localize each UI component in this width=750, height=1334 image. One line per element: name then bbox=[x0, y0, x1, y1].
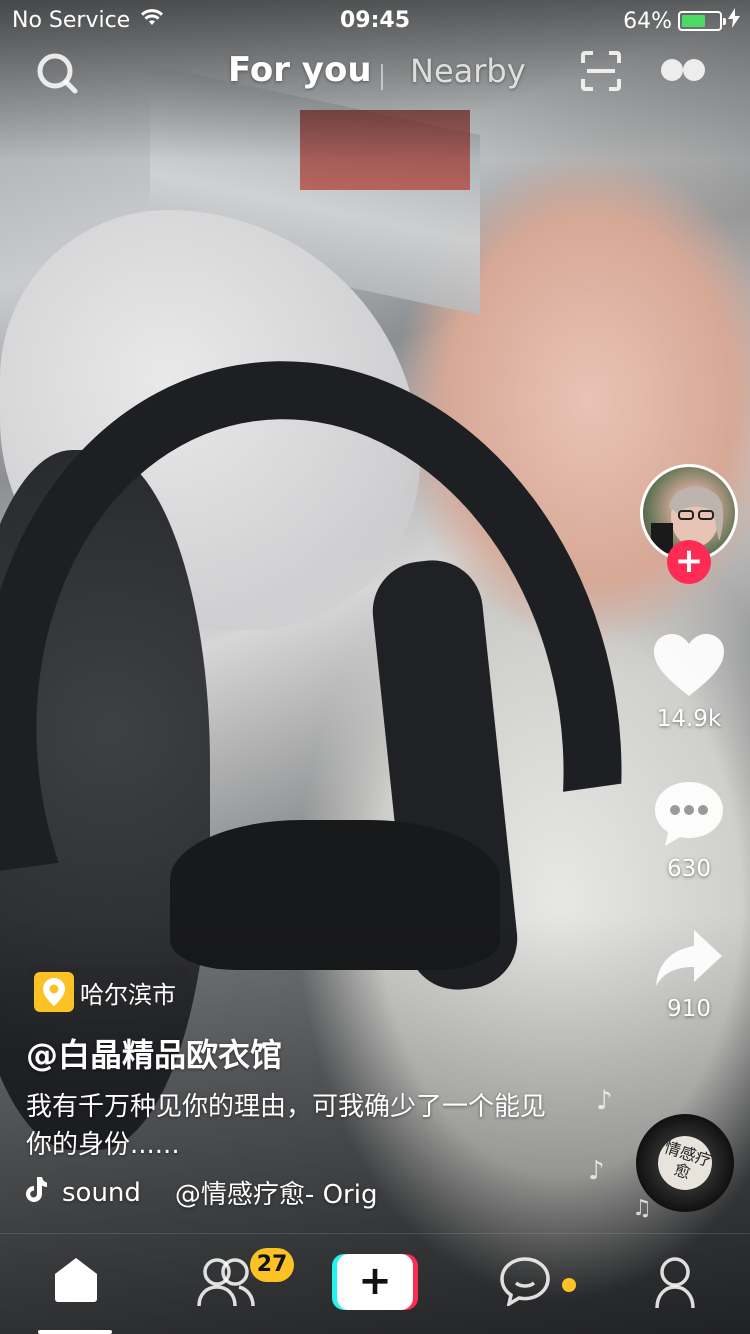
sound-track-title[interactable]: @情感疗愈- Orig bbox=[175, 1174, 407, 1211]
sound-label: sound bbox=[62, 1177, 141, 1208]
live-icon[interactable] bbox=[656, 52, 710, 88]
battery-percent: 64% bbox=[623, 8, 672, 34]
follow-button[interactable]: + bbox=[667, 540, 711, 584]
like-action[interactable]: 14.9k bbox=[640, 632, 738, 732]
share-action[interactable]: 910 bbox=[640, 928, 738, 1022]
status-right: 64% bbox=[623, 8, 740, 34]
plus-icon: + bbox=[674, 541, 704, 581]
comment-action[interactable]: 630 bbox=[640, 780, 738, 882]
top-nav: For you Nearby bbox=[0, 44, 750, 104]
tab-profile[interactable] bbox=[650, 1256, 700, 1314]
video-description: 我有千万种见你的理由，可我确少了一个能见你的身份...... bbox=[26, 1092, 547, 1160]
battery-icon bbox=[678, 11, 726, 31]
search-icon[interactable] bbox=[32, 48, 82, 98]
friends-icon bbox=[197, 1256, 255, 1312]
scan-icon[interactable] bbox=[578, 48, 624, 94]
music-note-icon: ♪ bbox=[596, 1086, 613, 1116]
music-note-icon: ♪ bbox=[588, 1156, 605, 1186]
location-pin-icon bbox=[34, 972, 74, 1012]
message-icon bbox=[499, 1256, 551, 1310]
profile-icon bbox=[653, 1256, 697, 1314]
active-tab-indicator bbox=[38, 1330, 112, 1334]
tab-for-you[interactable]: For you bbox=[228, 50, 372, 90]
location-label: 哈尔滨市 bbox=[80, 980, 176, 1009]
bottom-tab-bar: 27 + bbox=[0, 1233, 750, 1334]
disc-label: 情感疗愈 bbox=[650, 1128, 720, 1198]
heart-icon bbox=[652, 634, 726, 702]
like-count: 14.9k bbox=[656, 706, 722, 732]
share-icon bbox=[654, 930, 724, 992]
charging-icon bbox=[728, 8, 740, 34]
comment-icon bbox=[653, 782, 725, 852]
sound-row[interactable]: sound @情感疗愈- Orig bbox=[24, 1174, 407, 1211]
status-bar: No Service 09:45 64% bbox=[0, 0, 750, 40]
messages-notification-dot bbox=[562, 1278, 576, 1292]
music-note-icon: ♫ bbox=[632, 1196, 652, 1221]
battery-fill bbox=[682, 15, 706, 27]
create-plus-icon: + bbox=[337, 1254, 413, 1310]
tab-divider bbox=[381, 64, 383, 90]
tiktok-note-icon bbox=[24, 1175, 48, 1210]
home-icon bbox=[53, 1256, 99, 1308]
tab-nearby[interactable]: Nearby bbox=[410, 52, 526, 90]
friends-badge: 27 bbox=[250, 1248, 294, 1282]
comment-count: 630 bbox=[667, 856, 711, 882]
music-disc[interactable]: 情感疗愈 bbox=[636, 1114, 734, 1212]
location-tag[interactable]: 哈尔滨市 bbox=[28, 967, 190, 1017]
creator-username[interactable]: @白晶精品欧衣馆 bbox=[26, 1030, 282, 1076]
share-count: 910 bbox=[667, 996, 711, 1022]
tab-messages[interactable] bbox=[498, 1256, 552, 1310]
tab-friends[interactable] bbox=[196, 1256, 256, 1312]
create-button[interactable]: + bbox=[332, 1254, 418, 1310]
tab-home[interactable] bbox=[50, 1256, 102, 1308]
